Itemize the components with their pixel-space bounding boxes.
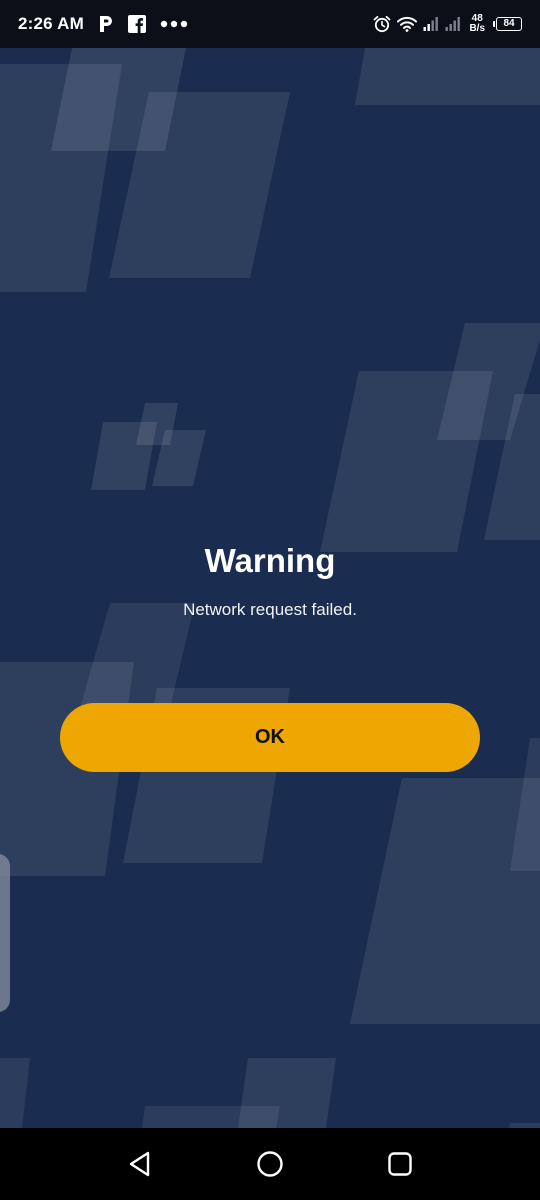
back-icon	[127, 1150, 153, 1178]
clock: 2:26 AM	[18, 14, 84, 33]
status-bar-right: 48 B/s 84	[373, 14, 522, 34]
more-dots-icon	[160, 20, 188, 28]
home-button[interactable]	[252, 1146, 288, 1182]
warning-dialog: Warning Network request failed.	[0, 540, 540, 620]
wifi-icon	[397, 16, 418, 32]
navigation-bar	[0, 1128, 540, 1200]
dialog-message: Network request failed.	[183, 600, 357, 619]
network-speed: 48 B/s	[469, 14, 485, 34]
recents-icon	[387, 1151, 413, 1177]
recents-button[interactable]	[382, 1146, 418, 1182]
dialog-title: Warning	[204, 542, 336, 579]
edge-panel-handle[interactable]	[0, 854, 10, 1012]
signal-icon	[423, 16, 439, 32]
battery-level: 84	[496, 17, 522, 31]
battery-icon: 84	[493, 17, 522, 31]
signal-icon-2	[445, 16, 461, 32]
ok-button[interactable]: OK	[60, 703, 480, 772]
status-bar: 2:26 AM 48 B/s 84	[0, 0, 540, 48]
network-speed-unit: B/s	[469, 23, 485, 34]
back-button[interactable]	[122, 1146, 158, 1182]
home-icon	[256, 1150, 284, 1178]
status-bar-left: 2:26 AM	[18, 14, 188, 34]
p-app-icon	[98, 15, 114, 33]
facebook-icon	[127, 15, 146, 33]
alarm-icon	[373, 15, 391, 33]
